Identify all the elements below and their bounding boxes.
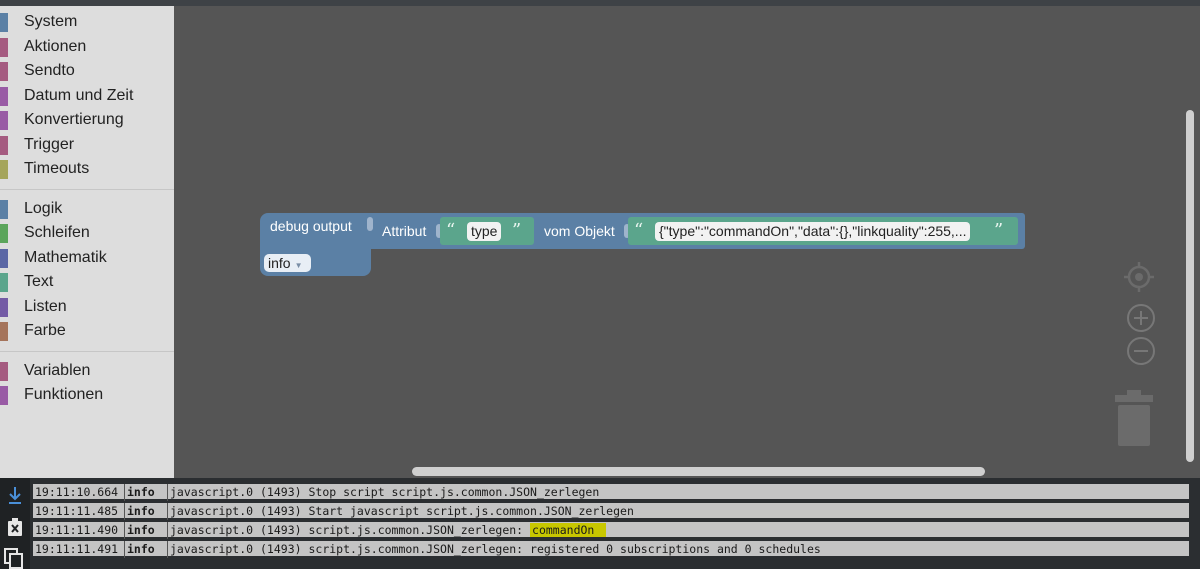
trash-icon[interactable] (1113, 390, 1155, 450)
log-toolbar (0, 478, 30, 569)
zoom-out-icon[interactable] (1126, 336, 1156, 366)
toolbox-category-trigger[interactable]: Trigger (0, 133, 174, 158)
log-time: 19:11:10.664 (35, 485, 119, 499)
category-color-swatch (0, 224, 8, 243)
toolbox-category-konvertierung[interactable]: Konvertierung (0, 108, 174, 133)
quote-open-icon: “ (634, 220, 644, 241)
quote-close-icon: ” (512, 220, 522, 241)
log-highlight: commandOn (530, 523, 607, 537)
category-color-swatch (0, 160, 8, 179)
log-message: javascript.0 (1493) script.js.common.JSO… (167, 522, 1189, 539)
category-label: Trigger (24, 135, 75, 153)
quote-close-icon: ” (994, 220, 1004, 241)
attribute-text-field[interactable]: type (467, 222, 502, 241)
log-severity: info (124, 484, 165, 501)
toolbox-category-logik[interactable]: Logik (0, 197, 174, 222)
toolbox-category-system[interactable]: System (0, 10, 174, 35)
toolbox-separator (0, 188, 174, 190)
attribute-text-block[interactable]: “ type ” (440, 217, 534, 245)
attribute-from-object-block[interactable]: Attribut “ type ” vom Objekt “ {"type":"… (367, 213, 1025, 249)
input-connector (367, 217, 373, 231)
toolbox-separator (0, 350, 174, 352)
toolbox-category-schleifen[interactable]: Schleifen (0, 221, 174, 246)
toolbox-category-variablen[interactable]: Variablen (0, 359, 174, 384)
category-color-swatch (0, 273, 8, 292)
toolbox-category-aktionen[interactable]: Aktionen (0, 35, 174, 60)
log-row: 19:11:10.664 info javascript.0 (1493) Stop… (32, 483, 1190, 501)
toolbox-category-text[interactable]: Text (0, 270, 174, 295)
category-label: Datum und Zeit (24, 86, 134, 104)
toolbox-category-timeouts[interactable]: Timeouts (0, 157, 174, 182)
category-color-swatch (0, 86, 8, 106)
log-message: javascript.0 (1493) Stop script script.j… (167, 484, 1189, 501)
log-time: 19:11:11.491 (35, 542, 119, 556)
log-level-value: info (268, 255, 291, 271)
category-color-swatch (0, 297, 8, 317)
log-panel: 19:11:10.664 info javascript.0 (1493) Stop… (0, 478, 1200, 569)
toolbox-category-datum-und-zeit[interactable]: Datum und Zeit (0, 84, 174, 109)
category-label: Variablen (24, 361, 91, 379)
recenter-icon[interactable] (1122, 260, 1156, 294)
category-label: Schleifen (24, 224, 90, 241)
category-label: Listen (24, 297, 67, 315)
toolbox-category-farbe[interactable]: Farbe (0, 319, 174, 344)
category-color-swatch (0, 37, 8, 57)
log-row: 19:11:11.491 info javascript.0 (1493) scri… (32, 540, 1190, 558)
log-row: 19:11:11.485 info javascript.0 (1493) Star… (32, 502, 1190, 520)
clear-log-icon[interactable] (7, 518, 23, 536)
category-color-swatch (0, 386, 8, 405)
blockly-toolbox: System Aktionen Sendto Datum und Zeit Konver… (0, 6, 174, 478)
category-label: Farbe (24, 322, 66, 339)
category-color-swatch (0, 361, 8, 381)
category-label: Logik (24, 199, 63, 217)
blockly-workspace[interactable]: debug output info ▼ Attribut “ type ” vom… (174, 6, 1200, 478)
debug-output-block[interactable]: debug output info ▼ (260, 213, 371, 276)
log-time: 19:11:11.485 (35, 504, 119, 518)
toolbox-category-listen[interactable]: Listen (0, 295, 174, 320)
category-color-swatch (0, 322, 8, 341)
toolbox-category-funktionen[interactable]: Funktionen (0, 383, 174, 408)
toolbox-category-sendto[interactable]: Sendto (0, 59, 174, 84)
log-message-text: javascript.0 (1493) script.js.common.JSO… (170, 523, 531, 537)
category-color-swatch (0, 62, 8, 81)
category-label: Mathematik (24, 248, 107, 266)
category-label: Timeouts (24, 160, 90, 177)
horizontal-scrollbar[interactable] (412, 467, 985, 476)
log-severity: info (124, 541, 165, 558)
log-severity: info (124, 522, 165, 539)
log-message-text: javascript.0 (1493) script.js.common.JSO… (170, 542, 821, 556)
log-level-dropdown[interactable]: info ▼ (264, 254, 311, 272)
category-label: Sendto (24, 62, 75, 79)
zoom-in-icon[interactable] (1126, 303, 1156, 333)
category-color-swatch (0, 111, 8, 130)
dropdown-arrow-icon: ▼ (294, 261, 303, 270)
attribut-label: Attribut (382, 223, 427, 239)
debug-output-label: debug output (270, 218, 352, 234)
log-time: 19:11:11.490 (35, 523, 119, 537)
copy-log-icon[interactable] (4, 548, 24, 569)
log-row: 19:11:11.490 info javascript.0 (1493) scri… (32, 521, 1190, 539)
log-message: javascript.0 (1493) script.js.common.JSO… (167, 541, 1189, 558)
log-message-text: javascript.0 (1493) Start javascript scr… (170, 504, 634, 518)
log-message: javascript.0 (1493) Start javascript scr… (167, 503, 1189, 520)
toolbox-category-mathematik[interactable]: Mathematik (0, 246, 174, 271)
log-severity: info (124, 503, 165, 520)
vertical-scrollbar[interactable] (1186, 110, 1194, 462)
category-color-swatch (0, 135, 8, 155)
object-text-block[interactable]: “ {"type":"commandOn","data":{},"linkqua… (628, 217, 1018, 245)
quote-open-icon: “ (446, 220, 456, 241)
vom-objekt-label: vom Objekt (544, 223, 615, 239)
category-label: System (24, 13, 78, 30)
log-message-text: javascript.0 (1493) Stop script script.j… (170, 485, 600, 499)
category-label: Aktionen (24, 37, 87, 55)
category-color-swatch (0, 13, 8, 32)
scroll-down-icon[interactable] (7, 486, 23, 504)
category-color-swatch (0, 199, 8, 219)
category-label: Konvertierung (24, 111, 124, 128)
category-color-swatch (0, 248, 8, 268)
category-label: Funktionen (24, 386, 104, 403)
category-label: Text (24, 273, 54, 290)
object-text-field[interactable]: {"type":"commandOn","data":{},"linkquali… (655, 222, 971, 241)
